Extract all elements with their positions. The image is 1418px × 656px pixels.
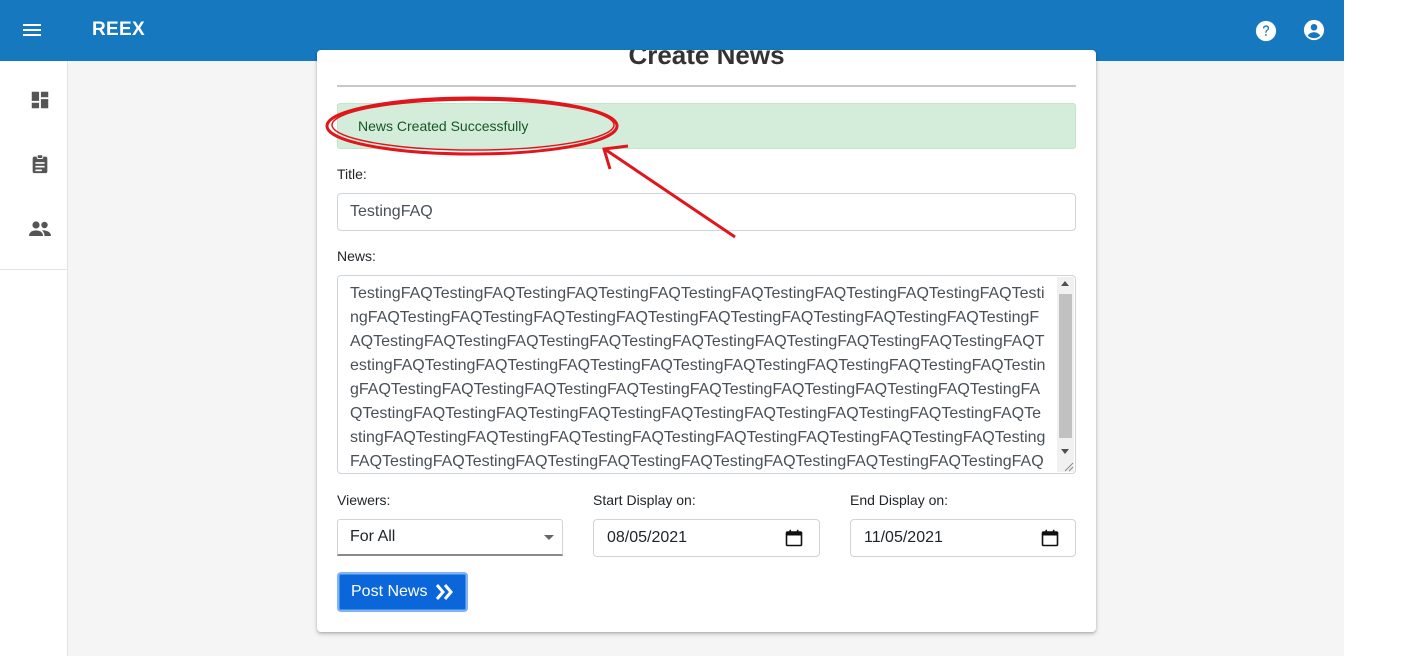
scroll-thumb[interactable] — [1059, 294, 1072, 438]
sidebar — [0, 61, 68, 656]
app-title[interactable]: REEX — [92, 19, 145, 41]
end-date-label: End Display on: — [850, 492, 949, 508]
divider — [337, 85, 1076, 87]
viewers-select[interactable]: For All — [337, 519, 563, 556]
calendar-icon[interactable] — [1041, 529, 1059, 547]
create-news-card: Create News News Created Successfully Ti… — [317, 50, 1096, 632]
scroll-down-arrow-icon[interactable] — [1061, 449, 1069, 454]
title-label: Title: — [337, 166, 367, 182]
chevron-down-icon — [544, 535, 554, 540]
post-news-button[interactable]: Post News — [337, 572, 468, 612]
sidebar-nav — [0, 61, 67, 270]
viewers-selected-value: For All — [350, 528, 396, 545]
resize-grip-icon[interactable] — [1062, 460, 1074, 472]
post-news-label: Post News — [351, 583, 428, 600]
blank-area — [1344, 0, 1418, 656]
start-date-input[interactable]: 08/05/2021 — [593, 519, 820, 557]
account-circle-icon[interactable] — [1303, 19, 1325, 41]
end-date-input[interactable]: 11/05/2021 — [850, 519, 1076, 557]
textarea-scrollbar[interactable] — [1057, 277, 1074, 472]
news-textarea[interactable]: TestingFAQTestingFAQTestingFAQTestingFAQ… — [337, 275, 1076, 474]
end-date-value: 11/05/2021 — [864, 529, 943, 546]
clipboard-icon[interactable] — [29, 153, 51, 175]
viewers-label: Viewers: — [337, 492, 391, 508]
start-date-value: 08/05/2021 — [607, 529, 688, 546]
calendar-icon[interactable] — [785, 529, 803, 547]
scroll-up-arrow-icon[interactable] — [1061, 281, 1069, 286]
menu-icon[interactable] — [20, 18, 44, 42]
people-icon[interactable] — [27, 217, 53, 241]
news-text: TestingFAQTestingFAQTestingFAQTestingFAQ… — [350, 285, 1046, 470]
title-input[interactable]: TestingFAQ — [337, 193, 1076, 231]
page-title: Create News — [628, 50, 785, 70]
start-date-label: Start Display on: — [593, 492, 696, 508]
double-chevron-right-icon — [435, 584, 453, 600]
dashboard-icon[interactable] — [29, 89, 51, 111]
news-label: News: — [337, 248, 376, 264]
success-alert: News Created Successfully — [337, 103, 1076, 149]
help-circle-icon[interactable] — [1255, 20, 1277, 42]
